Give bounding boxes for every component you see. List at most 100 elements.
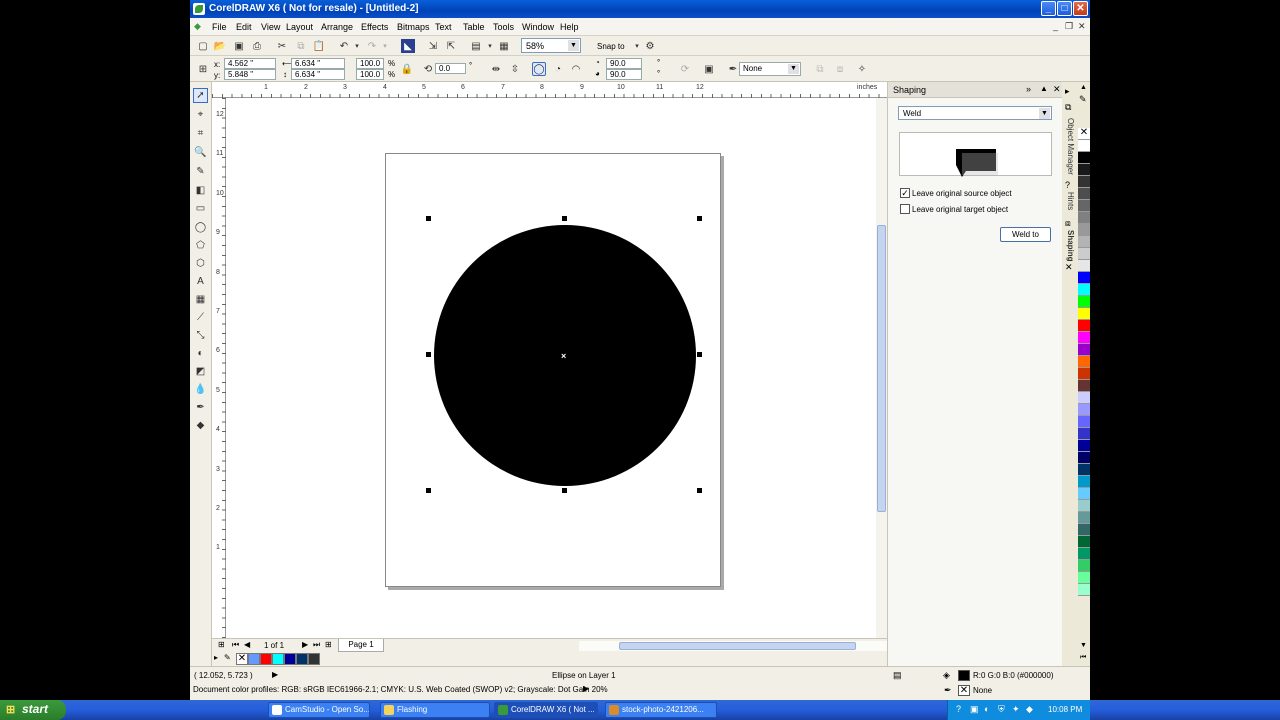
network-tray-icon[interactable]: ▣ xyxy=(970,704,979,715)
leave-source-checkbox[interactable]: ✓ xyxy=(900,188,910,198)
expand-docker-icon[interactable]: » xyxy=(1026,84,1031,94)
palette-swatch[interactable] xyxy=(1078,572,1090,584)
palette-swatch[interactable] xyxy=(1078,584,1090,596)
shaping-operation-select[interactable]: Weld ▼ xyxy=(898,106,1052,120)
doc-palette-swatch[interactable] xyxy=(308,653,320,665)
palette-scroll-up-icon[interactable]: ▲ xyxy=(1080,84,1087,91)
palette-swatch[interactable] xyxy=(1078,320,1090,332)
menu-effects[interactable]: Effects xyxy=(361,22,388,32)
menu-help[interactable]: Help xyxy=(560,22,579,32)
open-icon[interactable]: 📂 xyxy=(213,39,227,53)
palette-swatch[interactable] xyxy=(1078,332,1090,344)
height-field[interactable]: 6.634 " xyxy=(291,69,345,80)
weld-to-button[interactable]: Weld to xyxy=(1000,227,1051,242)
hints-icon[interactable]: ? xyxy=(1065,180,1070,190)
start-angle-field[interactable]: 90.0 xyxy=(606,58,642,69)
app-tray-icon[interactable]: ◆ xyxy=(1026,704,1033,715)
connector-tool-icon[interactable]: ⤡ xyxy=(193,328,208,343)
save-icon[interactable]: ▣ xyxy=(232,39,246,53)
next-page-icon[interactable]: ▶ xyxy=(302,640,308,649)
outline-color-swatch[interactable]: ✕ xyxy=(958,685,970,696)
menu-text[interactable]: Text xyxy=(435,22,452,32)
to-back-icon[interactable]: ⧈ xyxy=(833,62,847,76)
palette-swatch[interactable] xyxy=(1078,392,1090,404)
y-position-field[interactable]: 5.848 " xyxy=(224,69,276,80)
color-profiles[interactable]: Document color profiles: RGB: sRGB IEC61… xyxy=(193,685,608,694)
shaping-tab-icon[interactable]: ⧈ xyxy=(1065,218,1071,229)
shape-tool-icon[interactable]: ⌖ xyxy=(193,107,208,122)
outline-pen-icon[interactable]: ✒ xyxy=(726,62,740,76)
selection-handle-right[interactable] xyxy=(697,352,702,357)
palette-swatch[interactable] xyxy=(1078,512,1090,524)
eyedropper-icon[interactable]: ✎ xyxy=(224,653,231,662)
palette-swatch[interactable] xyxy=(1078,380,1090,392)
doc-palette-swatch[interactable] xyxy=(260,653,272,665)
selection-handle-top-left[interactable] xyxy=(426,216,431,221)
chevron-down-icon[interactable]: ▼ xyxy=(788,64,799,74)
end-angle-field[interactable]: 90.0 xyxy=(606,69,642,80)
to-front-icon[interactable]: ⧉ xyxy=(813,62,827,76)
selection-handle-bottom[interactable] xyxy=(562,488,567,493)
palette-swatch[interactable] xyxy=(1078,452,1090,464)
palette-menu-icon[interactable]: ▸ xyxy=(214,653,218,662)
taskbar-item-stock-photo[interactable]: stock-photo-2421206... xyxy=(605,702,717,718)
first-page-icon[interactable]: ⏮ xyxy=(232,640,239,650)
add-page-before-icon[interactable]: ⊞ xyxy=(218,640,225,649)
mdi-close-button[interactable]: ✕ xyxy=(1078,21,1086,32)
menu-bitmaps[interactable]: Bitmaps xyxy=(397,22,430,32)
help-tray-icon[interactable]: ? xyxy=(956,704,961,714)
mirror-vertical-icon[interactable]: ⇳ xyxy=(508,62,522,76)
palette-swatch[interactable] xyxy=(1078,488,1090,500)
options-icon[interactable]: ⚙ xyxy=(643,39,657,53)
palette-swatch[interactable] xyxy=(1078,164,1090,176)
mdi-minimize-button[interactable]: _ xyxy=(1053,21,1058,31)
palette-swatch[interactable] xyxy=(1078,152,1090,164)
rectangle-tool-icon[interactable]: ▭ xyxy=(193,201,208,216)
lock-ratio-icon[interactable]: 🔒 xyxy=(400,62,414,76)
crop-tool-icon[interactable]: ⌗ xyxy=(193,126,208,141)
rotation-center-icon[interactable]: × xyxy=(561,351,566,361)
last-page-icon[interactable]: ⏭ xyxy=(313,640,320,650)
zoom-tool-icon[interactable]: 🔍 xyxy=(193,145,208,160)
menu-layout[interactable]: Layout xyxy=(286,22,313,32)
palette-swatch[interactable] xyxy=(1078,536,1090,548)
chevron-down-icon[interactable]: ▼ xyxy=(568,40,579,51)
cut-icon[interactable]: ✂ xyxy=(275,39,289,53)
x-position-field[interactable]: 4.562 " xyxy=(224,58,276,69)
palette-swatch[interactable] xyxy=(1078,176,1090,188)
chevron-down-icon[interactable]: ▼ xyxy=(1039,108,1050,119)
selection-handle-left[interactable] xyxy=(426,352,431,357)
copy-icon[interactable]: ⧉ xyxy=(294,39,308,53)
outline-tool-icon[interactable]: ✒ xyxy=(193,400,208,415)
paste-icon[interactable]: 📋 xyxy=(312,39,326,53)
status-arrow-icon[interactable]: ▶ xyxy=(272,670,278,679)
palette-swatch[interactable] xyxy=(1078,224,1090,236)
selection-handle-bottom-right[interactable] xyxy=(697,488,702,493)
redo-icon[interactable]: ↷ xyxy=(365,39,379,53)
security-tray-icon[interactable]: ⛨ xyxy=(998,704,1005,715)
palette-swatch[interactable] xyxy=(1078,272,1090,284)
update-tray-icon[interactable]: ✦ xyxy=(1012,704,1020,715)
menu-edit[interactable]: Edit xyxy=(236,22,252,32)
undo-dropdown-icon[interactable]: ▾ xyxy=(350,39,364,53)
scale-y-field[interactable]: 100.0 xyxy=(356,69,384,80)
palette-expand-icon[interactable]: ⏮ xyxy=(1080,654,1086,662)
status-drag-icon[interactable]: ▤ xyxy=(893,670,902,681)
print-icon[interactable]: ⎙ xyxy=(250,39,264,53)
fill-bucket-icon[interactable]: ◈ xyxy=(943,670,950,681)
wrap-text-icon[interactable]: ▣ xyxy=(702,62,716,76)
redo-dropdown-icon[interactable]: ▾ xyxy=(378,39,392,53)
palette-scroll-down-icon[interactable]: ▼ xyxy=(1080,642,1087,649)
mirror-horizontal-icon[interactable]: ⇹ xyxy=(489,62,503,76)
welcome-screen-icon[interactable]: ▦ xyxy=(497,39,511,53)
palette-swatch[interactable] xyxy=(1078,296,1090,308)
palette-swatch[interactable] xyxy=(1078,140,1090,152)
pie-mode-icon[interactable]: ◔ xyxy=(551,62,565,76)
close-tab-icon[interactable]: ✕ xyxy=(1065,262,1073,273)
docker-arrow-icon[interactable]: ▸ xyxy=(1065,86,1070,97)
zoom-level-select[interactable]: 58% ▼ xyxy=(521,38,581,53)
freehand-tool-icon[interactable]: ✎ xyxy=(193,164,208,179)
new-document-icon[interactable]: ▢ xyxy=(196,39,210,53)
document-icon[interactable]: ◆ xyxy=(194,21,201,32)
snap-to-dropdown-icon[interactable]: ▾ xyxy=(630,39,644,53)
